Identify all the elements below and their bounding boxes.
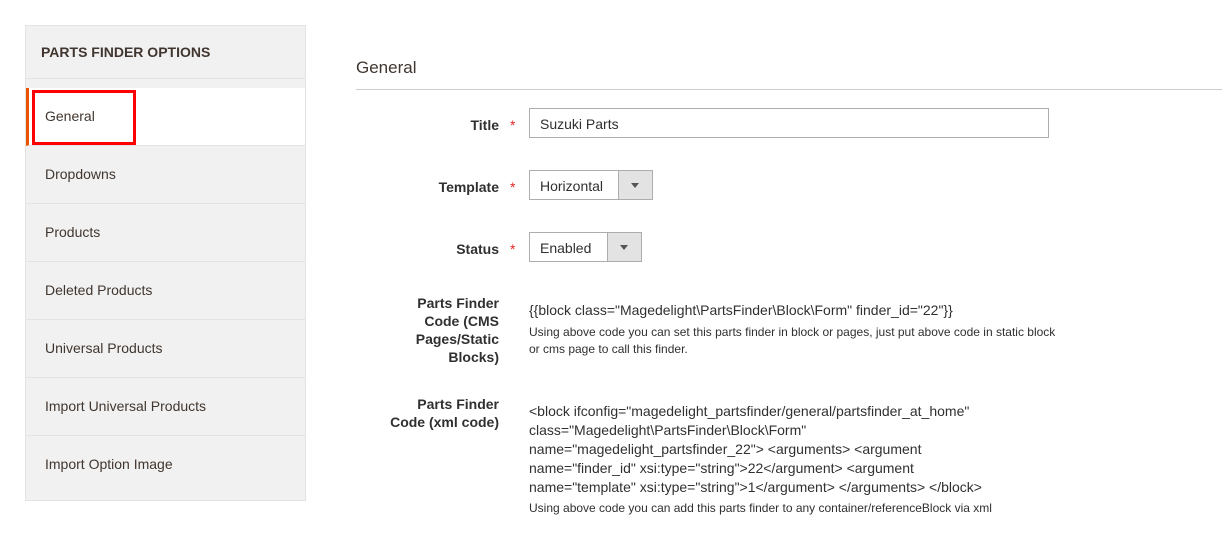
- status-value: Enabled: [540, 240, 592, 256]
- status-select[interactable]: Enabled: [529, 232, 642, 262]
- highlight-box: [32, 90, 136, 145]
- title-input[interactable]: Suzuki Parts: [529, 108, 1049, 138]
- divider: [356, 89, 1222, 90]
- sidebar-title: PARTS FINDER OPTIONS: [26, 26, 305, 79]
- xml-code-label: Parts Finder Code (xml code): [390, 396, 499, 430]
- required-mark: *: [510, 241, 516, 257]
- template-value: Horizontal: [540, 178, 604, 194]
- xml-code-value: <block ifconfig="magedelight_partsfinder…: [529, 403, 982, 495]
- template-label: Template: [438, 179, 499, 195]
- cms-code-value: {{block class="Magedelight\PartsFinder\B…: [529, 302, 953, 318]
- cms-code-label: Parts Finder Code (CMS Pages/Static Bloc…: [415, 295, 499, 365]
- title-label: Title: [470, 117, 499, 133]
- sidebar-item-deleted-products[interactable]: Deleted Products: [26, 262, 305, 320]
- sidebar-item-universal-products[interactable]: Universal Products: [26, 320, 305, 378]
- sidebar-item-dropdowns[interactable]: Dropdowns: [26, 146, 305, 204]
- sidebar-item-import-universal-products[interactable]: Import Universal Products: [26, 378, 305, 436]
- sidebar-item-products[interactable]: Products: [26, 204, 305, 262]
- chevron-down-icon[interactable]: [618, 171, 652, 199]
- chevron-down-icon[interactable]: [607, 233, 641, 261]
- required-mark: *: [510, 179, 516, 195]
- template-select[interactable]: Horizontal: [529, 170, 653, 200]
- cms-code-note: Using above code you can set this parts …: [529, 325, 1056, 356]
- sidebar-item-import-option-image[interactable]: Import Option Image: [26, 436, 305, 493]
- section-title: General: [356, 58, 417, 77]
- xml-code-note: Using above code you can add this parts …: [529, 501, 992, 515]
- required-mark: *: [510, 117, 516, 133]
- status-label: Status: [456, 241, 499, 257]
